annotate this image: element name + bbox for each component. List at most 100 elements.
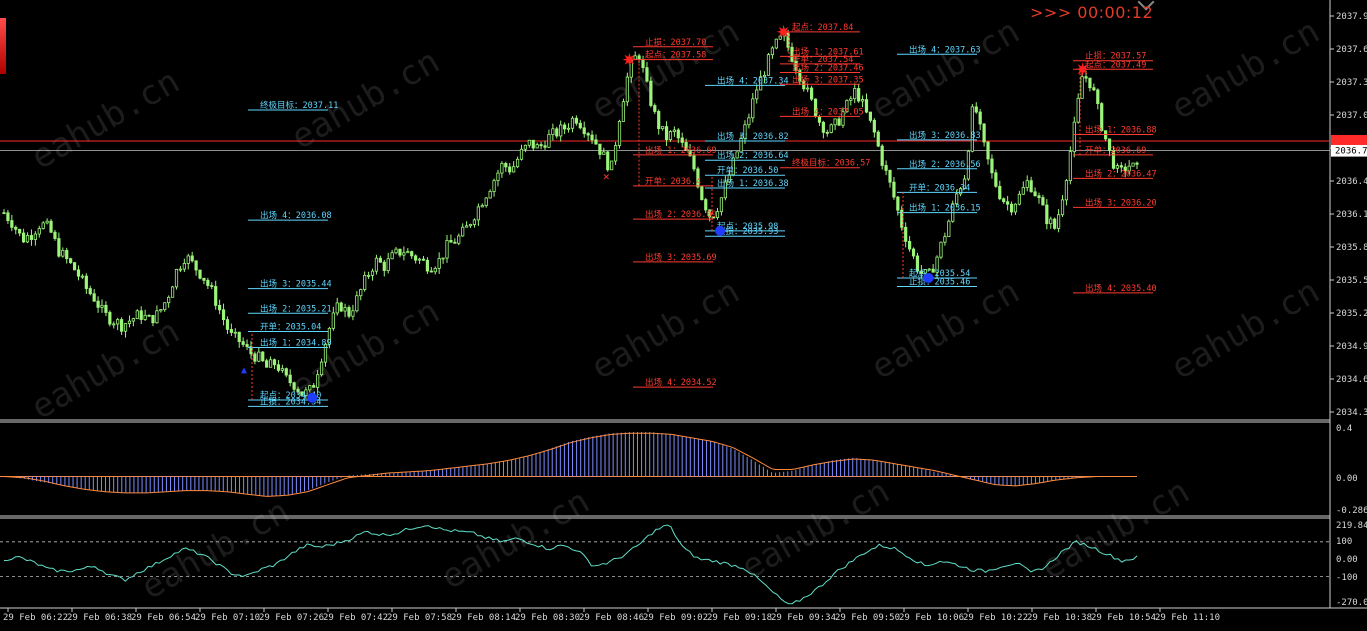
candle-body — [500, 163, 504, 174]
candle-body — [410, 251, 414, 257]
candle-body — [237, 331, 241, 342]
candle-body — [29, 235, 34, 240]
trade-level-label: 起点：2037.49 — [1085, 60, 1146, 70]
candle-body — [829, 124, 833, 133]
trade-level-label: 出场 2：2037.46 — [792, 62, 864, 73]
candle-body — [484, 197, 488, 207]
price-tick-label: 2037.97 — [1336, 12, 1367, 22]
candle-body — [382, 261, 386, 271]
candle-body — [496, 172, 500, 182]
candle-body — [994, 172, 998, 187]
candle-body — [2, 212, 6, 215]
candle-body — [1072, 121, 1076, 152]
sell-signal-star — [1075, 62, 1090, 77]
candle-body — [167, 296, 171, 304]
candle-body — [108, 312, 112, 325]
candle-body — [437, 258, 441, 269]
trade-level-label: 出场 4：2036.08 — [260, 210, 332, 221]
candle-body — [272, 359, 277, 366]
candle-body — [551, 128, 555, 135]
candle-body — [990, 158, 994, 174]
trade-level-label: 出场 4：2035.40 — [1085, 283, 1157, 294]
candle-body — [202, 277, 206, 281]
candle-body — [590, 134, 594, 141]
candle-body — [194, 260, 198, 271]
candle-body — [1076, 97, 1080, 123]
trade-level-label: 出场 2：2036.47 — [1085, 168, 1157, 179]
candle-body — [261, 351, 265, 362]
candle-body — [457, 235, 461, 244]
candle-body — [715, 211, 720, 218]
candle-body — [884, 165, 888, 171]
candle-body — [908, 240, 912, 250]
candle-body — [610, 160, 614, 171]
candle-body — [974, 106, 978, 113]
candle-body — [480, 205, 484, 208]
candle-body — [864, 99, 869, 113]
candle-body — [268, 359, 273, 368]
price-tick-label: 2035.8 — [1336, 243, 1367, 253]
candle-body — [433, 267, 437, 273]
candle-body — [1060, 199, 1065, 216]
candle-body — [96, 300, 100, 308]
candle-body — [998, 185, 1002, 200]
candle-body — [186, 255, 190, 264]
time-tick-label: 29 Feb 06:54 — [131, 613, 196, 623]
candle-body — [88, 288, 92, 295]
price-tick-label: 2037.64 — [1336, 45, 1367, 55]
candle-body — [892, 181, 896, 198]
candle-body — [100, 304, 104, 308]
sell-signal-star — [622, 52, 637, 67]
candle-body — [131, 318, 135, 322]
candle-body — [676, 129, 680, 139]
candle-body — [127, 320, 132, 325]
candle-body — [1049, 218, 1053, 225]
candle-body — [860, 99, 865, 102]
macd-tick-label: -0.286 — [1336, 506, 1367, 516]
watermark-text: eahub.cn — [585, 11, 747, 128]
candle-body — [641, 59, 645, 69]
watermark-text: eahub.cn — [865, 11, 1027, 128]
candle-body — [335, 302, 339, 314]
candle-body — [1025, 180, 1029, 188]
trade-level-label: 出场 3：2035.69 — [645, 252, 717, 263]
candle-body — [566, 127, 571, 130]
candle-body — [92, 293, 96, 302]
bar-countdown-timer: >>> 00:00:12 — [1030, 3, 1154, 22]
candle-body — [880, 145, 884, 166]
candle-body — [582, 127, 586, 134]
candle-body — [312, 385, 316, 388]
candle-body — [10, 220, 14, 228]
candle-body — [84, 275, 88, 289]
time-tick-label: 29 Feb 07:42 — [323, 613, 388, 623]
time-tick-label: 29 Feb 08:46 — [579, 613, 644, 623]
trading-chart-window[interactable]: eahub.cn eahub.cn eahub.cn eahub.cn eahub.cn… — [0, 0, 1367, 627]
time-tick-label: 29 Feb 07:26 — [259, 613, 324, 623]
candle-body — [661, 126, 665, 130]
candle-body — [163, 302, 167, 310]
trade-level-label: 终极目标：2036.57 — [792, 158, 870, 169]
trade-level-label: 出场 1：2036.38 — [717, 178, 789, 189]
cci-tick-label: -270.03 — [1336, 598, 1367, 608]
candle-body — [449, 240, 453, 243]
time-tick-label: 29 Feb 10:22 — [963, 613, 1028, 623]
one-click-trading-tab[interactable] — [0, 18, 6, 74]
candle-body — [229, 329, 233, 333]
candle-body — [390, 252, 394, 260]
candle-body — [53, 231, 57, 239]
candle-body — [61, 250, 65, 257]
candle-body — [982, 123, 986, 143]
candle-body — [488, 191, 492, 199]
price-chart-svg[interactable]: eahub.cn eahub.cn eahub.cn eahub.cn eahub.cn… — [0, 0, 1367, 627]
time-tick-label: 29 Feb 10:54 — [1091, 613, 1156, 623]
watermark-text: eahub.cn — [435, 481, 597, 598]
candle-body — [170, 286, 175, 298]
candle-body — [986, 141, 990, 160]
price-axis: 2037.972037.642037.312037.02036.732036.4… — [1330, 12, 1367, 608]
cci-tick-label: 0.00 — [1336, 555, 1358, 565]
candle-body — [770, 47, 775, 56]
candle-body — [182, 263, 186, 270]
candle-body — [1029, 180, 1033, 193]
candle-body — [653, 105, 657, 112]
candle-body — [351, 310, 355, 317]
